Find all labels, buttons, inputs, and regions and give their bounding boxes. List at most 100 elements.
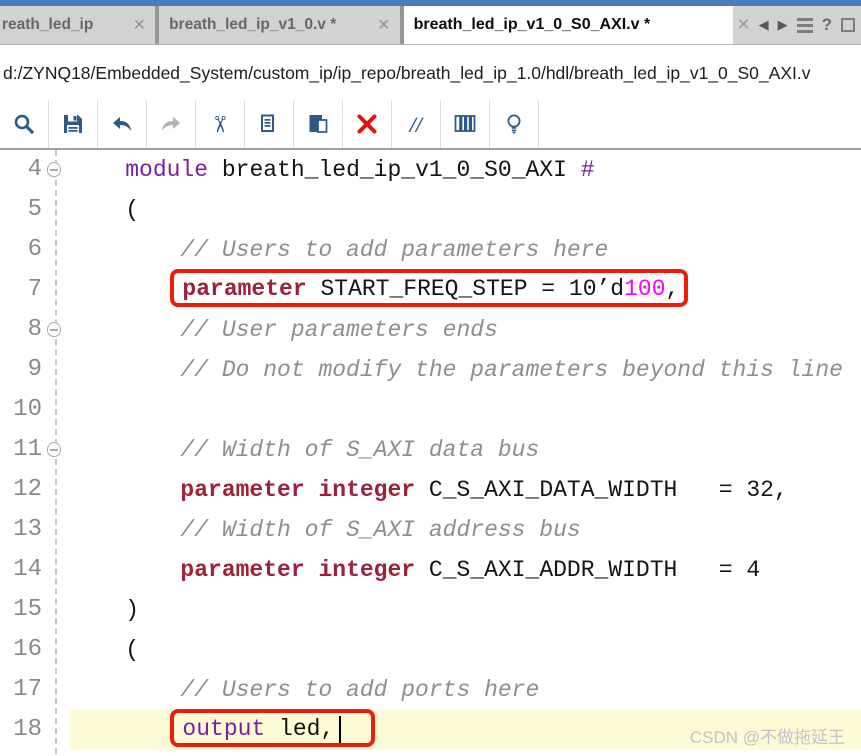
line-number: 18 (13, 716, 42, 743)
line-number: 11 (13, 436, 42, 463)
nav-forward-icon[interactable]: ▶ (778, 17, 788, 33)
gutter-row: 13 (0, 510, 70, 550)
code-token: // User parameters ends (180, 317, 498, 343)
gutter-row: 6 (0, 230, 70, 270)
line-number: 6 (27, 236, 42, 263)
line-number: 5 (27, 196, 42, 223)
gutter-row: 10 (0, 390, 70, 430)
code-token: module (125, 157, 209, 183)
code-token: // Do not modify the parameters beyond t… (180, 357, 843, 383)
code-token: // Width of S_AXI address bus (180, 517, 581, 543)
tab-breath-led-ip-v1-0-s0-axi[interactable]: breath_led_ip_v1_0_S0_AXI.v * (403, 6, 734, 44)
editor-toolbar: ✂ // (0, 100, 861, 150)
code-lines[interactable]: module breath_led_ip_v1_0_S0_AXI # ( // … (70, 150, 861, 754)
tab-label: breath_led_ip_v1_0_S0_AXI.v * (413, 16, 651, 33)
search-icon[interactable] (0, 100, 49, 148)
code-line-10[interactable] (70, 390, 861, 430)
tab-bar: reath_led_ip × breath_led_ip_v1_0.v * × … (0, 0, 861, 45)
code-line-16[interactable]: ( (70, 630, 861, 670)
gutter-row: 17 (0, 670, 70, 710)
tab-label: breath_led_ip_v1_0.v * (169, 16, 337, 33)
line-number: 4 (27, 156, 42, 183)
columns-icon[interactable] (441, 100, 490, 148)
code-fold-icon[interactable] (47, 442, 61, 457)
gutter-row: 8 (0, 310, 70, 350)
code-token: parameter (180, 477, 305, 503)
code-token: 100 (624, 276, 666, 303)
code-token: // Width of S_AXI data bus (180, 437, 540, 463)
code-fold-icon[interactable] (47, 322, 61, 337)
code-fold-icon[interactable] (47, 162, 61, 177)
code-token: integer (318, 557, 416, 583)
gutter-row: 7 (0, 270, 70, 310)
line-number: 9 (27, 356, 42, 383)
code-line-11[interactable]: // Width of S_AXI data bus (70, 430, 861, 470)
lightbulb-icon[interactable] (490, 100, 539, 148)
save-icon[interactable] (49, 100, 98, 148)
delete-icon[interactable] (343, 100, 392, 148)
gutter-row: 18 (0, 710, 70, 750)
redo-icon[interactable] (147, 100, 196, 148)
code-editor-window: reath_led_ip × breath_led_ip_v1_0.v * × … (0, 0, 861, 756)
line-number: 12 (13, 476, 42, 503)
code-line-15[interactable]: ) (70, 590, 861, 630)
code-token: // Users to add parameters here (180, 237, 609, 263)
menu-icon[interactable] (796, 17, 813, 33)
code-token: # (580, 157, 595, 183)
code-token: integer (318, 477, 416, 503)
line-number: 14 (13, 556, 42, 583)
code-line-9[interactable]: // Do not modify the parameters beyond t… (70, 350, 861, 390)
code-token: ( (125, 637, 140, 663)
undo-icon[interactable] (98, 100, 147, 148)
close-tab-icon[interactable]: × (376, 15, 392, 35)
paste-icon[interactable] (294, 100, 343, 148)
code-token: ) (125, 597, 140, 623)
tab-breath-led-ip-v1-0[interactable]: breath_led_ip_v1_0.v * × (159, 6, 404, 44)
code-area[interactable]: 4 5 6 7 8 9 10 11 12 13 14 15 16 17 18 module breath_l… (0, 150, 861, 754)
tab-breath-led-ip[interactable]: reath_led_ip × (0, 6, 160, 44)
line-number: 10 (13, 396, 42, 423)
code-token: // Users to add ports here (180, 677, 540, 703)
red-annotation-box: output led, (170, 709, 376, 748)
code-line-7[interactable]: parameter START_FREQ_STEP = 10’d100, (70, 269, 861, 310)
code-line-17[interactable]: // Users to add ports here (70, 670, 861, 710)
line-number-gutter: 4 5 6 7 8 9 10 11 12 13 14 15 16 17 18 (0, 150, 70, 754)
code-token: parameter (182, 276, 307, 303)
help-icon[interactable]: ? (822, 15, 832, 35)
code-line-13[interactable]: // Width of S_AXI address bus (70, 510, 861, 550)
gutter-row: 14 (0, 550, 70, 590)
gutter-row: 15 (0, 590, 70, 630)
gutter-row: 12 (0, 470, 70, 510)
close-icon[interactable]: × (737, 13, 749, 37)
gutter-row: 5 (0, 190, 70, 230)
code-token: C_S_AXI_DATA_WIDTH = 32, (415, 477, 788, 503)
copy-icon[interactable] (245, 100, 294, 148)
code-token: led, (265, 716, 335, 743)
code-line-6[interactable]: // Users to add parameters here (70, 230, 861, 270)
close-tab-icon[interactable]: × (131, 15, 147, 35)
float-window-icon[interactable] (841, 18, 855, 32)
comment-icon[interactable]: // (392, 100, 441, 148)
code-line-8[interactable]: // User parameters ends (70, 310, 861, 350)
gutter-row: 11 (0, 430, 70, 470)
code-line-4[interactable]: module breath_led_ip_v1_0_S0_AXI # (70, 150, 861, 190)
code-line-5[interactable]: ( (70, 190, 861, 230)
tabs-row: reath_led_ip × breath_led_ip_v1_0.v * × … (0, 6, 861, 44)
line-number: 7 (27, 276, 42, 303)
code-token: C_S_AXI_ADDR_WIDTH = 4 (415, 557, 761, 583)
code-token: START_FREQ_STEP = 10’d (306, 276, 625, 303)
code-line-12[interactable]: parameter integer C_S_AXI_DATA_WIDTH = 3… (70, 470, 861, 510)
gutter-row: 16 (0, 630, 70, 670)
line-number: 17 (13, 676, 42, 703)
nav-back-icon[interactable]: ◀ (759, 17, 769, 33)
line-number: 16 (13, 636, 42, 663)
red-annotation-box: parameter START_FREQ_STEP = 10’d100, (170, 269, 689, 308)
cut-icon[interactable]: ✂ (196, 100, 245, 148)
code-line-14[interactable]: parameter integer C_S_AXI_ADDR_WIDTH = 4 (70, 550, 861, 590)
code-token: parameter (180, 557, 305, 583)
tab-nav-controls: × ◀ ▶ ? (733, 6, 861, 44)
line-number: 8 (27, 316, 42, 343)
gutter-row: 4 (0, 150, 70, 190)
code-token: output (182, 716, 266, 743)
